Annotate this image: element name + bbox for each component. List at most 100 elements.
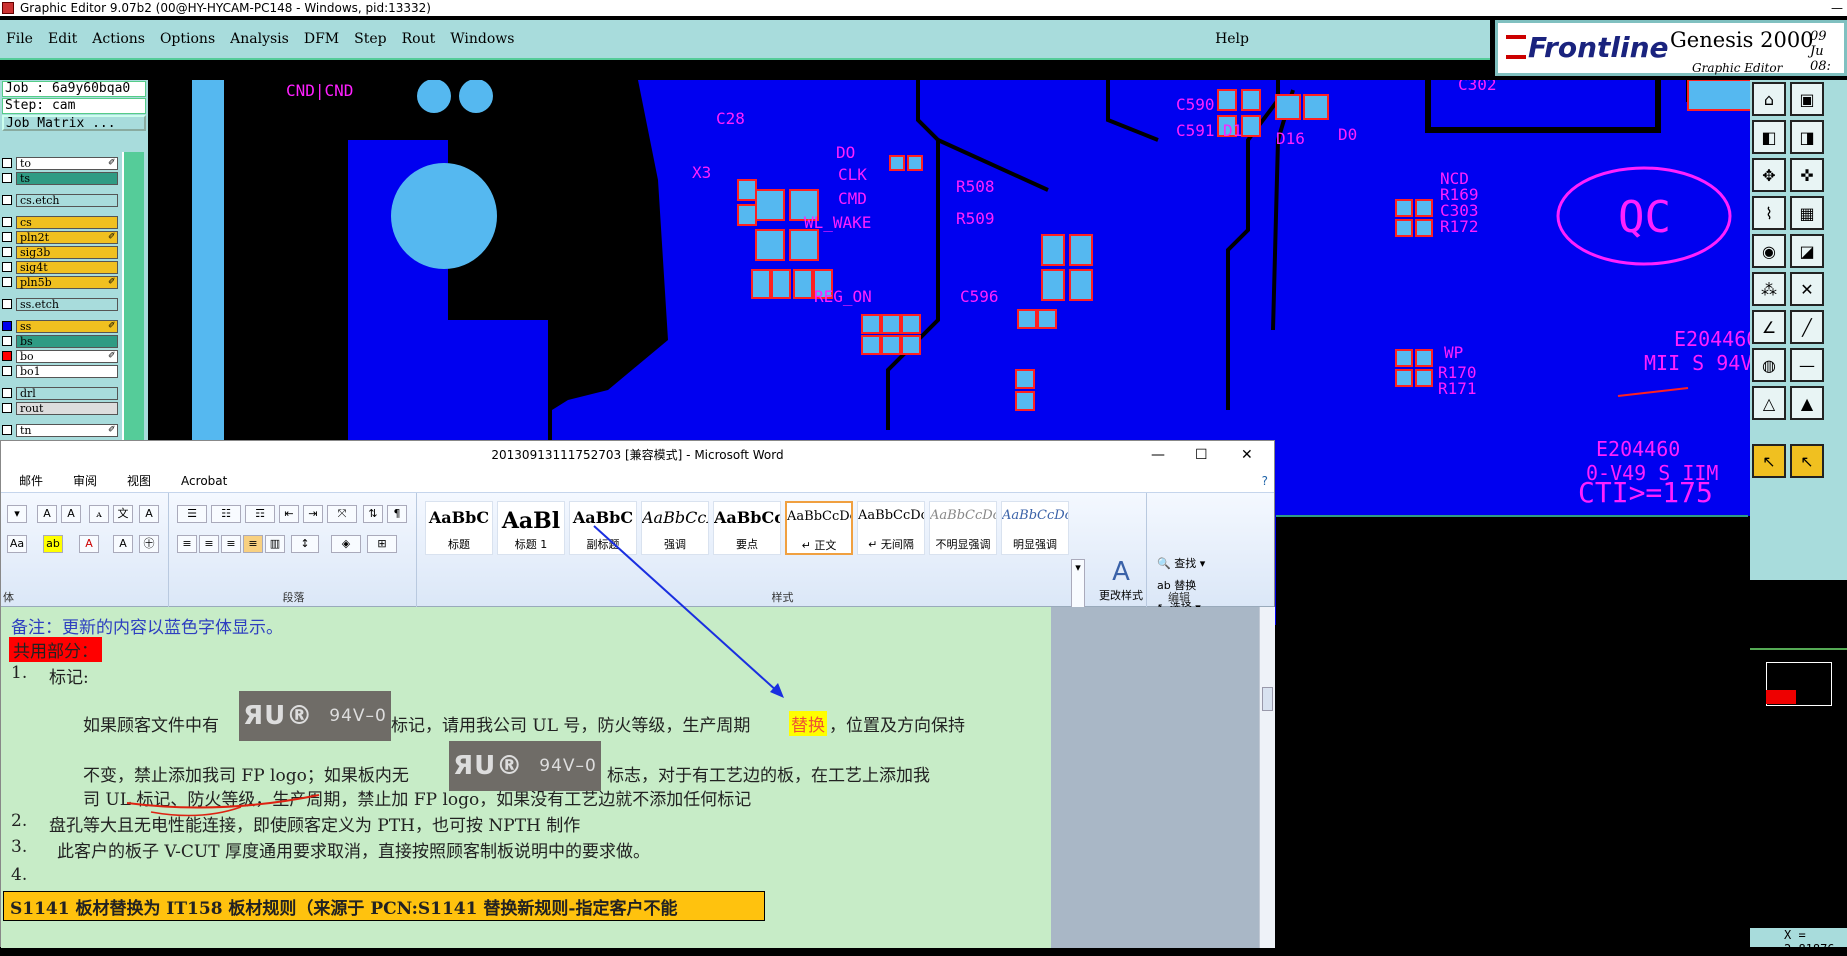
pointer-icon[interactable]: ↖	[1752, 444, 1786, 478]
layer-checkbox[interactable]	[2, 321, 12, 331]
scroll-thumb[interactable]	[1262, 687, 1273, 711]
align-center-icon[interactable]: ≡	[199, 535, 219, 553]
minimize-icon[interactable]: —	[1831, 0, 1843, 16]
layer-row[interactable]: pln2t ✐	[0, 230, 118, 244]
layer-scrollbar[interactable]	[122, 152, 144, 442]
increase-indent-icon[interactable]: ⇥	[303, 505, 323, 523]
layer-name[interactable]: drl	[16, 386, 118, 400]
tab-acrobat[interactable]: Acrobat	[181, 474, 227, 488]
style-tile[interactable]: AaBbCcD 要点	[713, 501, 781, 555]
align-right-icon[interactable]: ≡	[221, 535, 241, 553]
style-tile[interactable]: AaBbCcDc 明显强调	[1001, 501, 1069, 555]
shape-icon[interactable]: ◪	[1790, 234, 1824, 268]
layer-name[interactable]: pln5b	[16, 275, 118, 289]
layer-row[interactable]: cs.etch	[0, 193, 118, 207]
style-tile[interactable]: AaBbCcDc 强调	[641, 501, 709, 555]
layer-name[interactable]: rout	[16, 401, 118, 415]
layer-checkbox[interactable]	[2, 158, 12, 168]
menu-file[interactable]: File	[6, 31, 33, 47]
help-icon[interactable]: ?	[1262, 474, 1268, 488]
cross-icon[interactable]: ✕	[1790, 272, 1824, 306]
phonetic-icon[interactable]: 文	[113, 505, 133, 523]
sort-icon[interactable]: ⇅	[363, 505, 383, 523]
layer-checkbox[interactable]	[2, 262, 12, 272]
layer-name[interactable]: ts	[16, 171, 118, 185]
decrease-indent-icon[interactable]: ⇤	[279, 505, 299, 523]
menu-edit[interactable]: Edit	[48, 31, 77, 47]
layer-name[interactable]: cs	[16, 215, 118, 229]
layer-row[interactable]: bs	[0, 334, 118, 348]
line-spacing-icon[interactable]: ↕	[291, 535, 319, 553]
layer-checkbox[interactable]	[2, 425, 12, 435]
menu-rout[interactable]: Rout	[402, 31, 436, 47]
clear-format-icon[interactable]: ꭺ	[89, 505, 109, 523]
layer-checkbox[interactable]	[2, 336, 12, 346]
measure-icon[interactable]: ⌇	[1752, 196, 1786, 230]
line-flat-icon[interactable]: —	[1790, 348, 1824, 382]
layer-name[interactable]: sig4t	[16, 260, 118, 274]
layer-name[interactable]: sig3b	[16, 245, 118, 259]
layer-checkbox[interactable]	[2, 403, 12, 413]
layer-name[interactable]: cs.etch	[16, 193, 118, 207]
multilevel-icon[interactable]: ☶	[245, 505, 275, 523]
layer-row[interactable]: bo ✐	[0, 349, 118, 363]
layer-checkbox[interactable]	[2, 299, 12, 309]
distribute-icon[interactable]: ▥	[265, 535, 285, 553]
layer-row[interactable]: cs	[0, 215, 118, 229]
layer-checkbox[interactable]	[2, 232, 12, 242]
document-page[interactable]: 备注：更新的内容以蓝色字体显示。 共用部分： 1. 标记: 如果顾客文件中有 标…	[1, 607, 1051, 948]
layer-checkbox[interactable]	[2, 351, 12, 361]
show-marks-icon[interactable]: ¶	[387, 505, 407, 523]
layer-checkbox[interactable]	[2, 247, 12, 257]
pad-icon[interactable]: ◍	[1752, 348, 1786, 382]
layer-name[interactable]: bs	[16, 334, 118, 348]
align-left-icon[interactable]: ≡	[177, 535, 197, 553]
layer-row[interactable]: sig3b	[0, 245, 118, 259]
layer-name[interactable]: bo	[16, 349, 118, 363]
word-close-icon[interactable]: ✕	[1241, 441, 1253, 469]
layer-checkbox[interactable]	[2, 173, 12, 183]
font-color-icon[interactable]: A	[79, 535, 99, 553]
style-tile[interactable]: AaBbCcDc 不明显强调	[929, 501, 997, 555]
triangle-icon[interactable]: △	[1752, 386, 1786, 420]
tab-mailings[interactable]: 邮件	[19, 472, 43, 489]
layer-name[interactable]: pln2t	[16, 230, 118, 244]
zoom-fit-icon[interactable]: ✥	[1752, 158, 1786, 192]
layer-row[interactable]: rout	[0, 401, 118, 415]
style-tile[interactable]: AaBl 标题 1	[497, 501, 565, 555]
pan-left-icon[interactable]: ◧	[1752, 120, 1786, 154]
font-size-dropdown[interactable]: ▾	[7, 505, 27, 523]
menu-windows[interactable]: Windows	[450, 31, 514, 47]
layer-name[interactable]: tn	[16, 423, 118, 437]
style-tile[interactable]: AaBbCcDc ↵ 正文	[785, 501, 853, 555]
borders-icon[interactable]: ⊞	[367, 535, 397, 553]
layer-checkbox[interactable]	[2, 195, 12, 205]
net-icon[interactable]: ⁂	[1752, 272, 1786, 306]
highlight-icon[interactable]: ab	[43, 535, 63, 553]
layer-row[interactable]: sig4t	[0, 260, 118, 274]
layer-checkbox[interactable]	[2, 277, 12, 287]
justify-icon[interactable]: ≡	[243, 535, 263, 553]
style-tile[interactable]: AaBbCcDc ↵ 无间隔	[857, 501, 925, 555]
job-matrix-button[interactable]: Job Matrix ...	[2, 115, 146, 131]
tab-view[interactable]: 视图	[127, 472, 151, 489]
shading-icon[interactable]: ◈	[331, 535, 361, 553]
triangle-select-icon[interactable]: ▲	[1790, 386, 1824, 420]
layer-name[interactable]: bo1	[16, 364, 118, 378]
pointer-select-icon[interactable]: ↖	[1790, 444, 1824, 478]
line-angle-icon[interactable]: ∠	[1752, 310, 1786, 344]
grow-font-icon[interactable]: A	[37, 505, 57, 523]
word-minimize-icon[interactable]: —	[1151, 441, 1165, 469]
numbering-icon[interactable]: ☷	[211, 505, 241, 523]
char-shading-icon[interactable]: A	[113, 535, 133, 553]
layer-row[interactable]: ts	[0, 171, 118, 185]
shrink-font-icon[interactable]: A	[61, 505, 81, 523]
layer-name[interactable]: ss.etch	[16, 297, 118, 311]
layer-row[interactable]: drl	[0, 386, 118, 400]
line-diag-icon[interactable]: ╱	[1790, 310, 1824, 344]
menu-analysis[interactable]: Analysis	[230, 31, 289, 47]
layer-row[interactable]: pln5b ✐	[0, 275, 118, 289]
pan-right-icon[interactable]: ◨	[1790, 120, 1824, 154]
layer-checkbox[interactable]	[2, 217, 12, 227]
menu-dfm[interactable]: DFM	[304, 31, 339, 47]
